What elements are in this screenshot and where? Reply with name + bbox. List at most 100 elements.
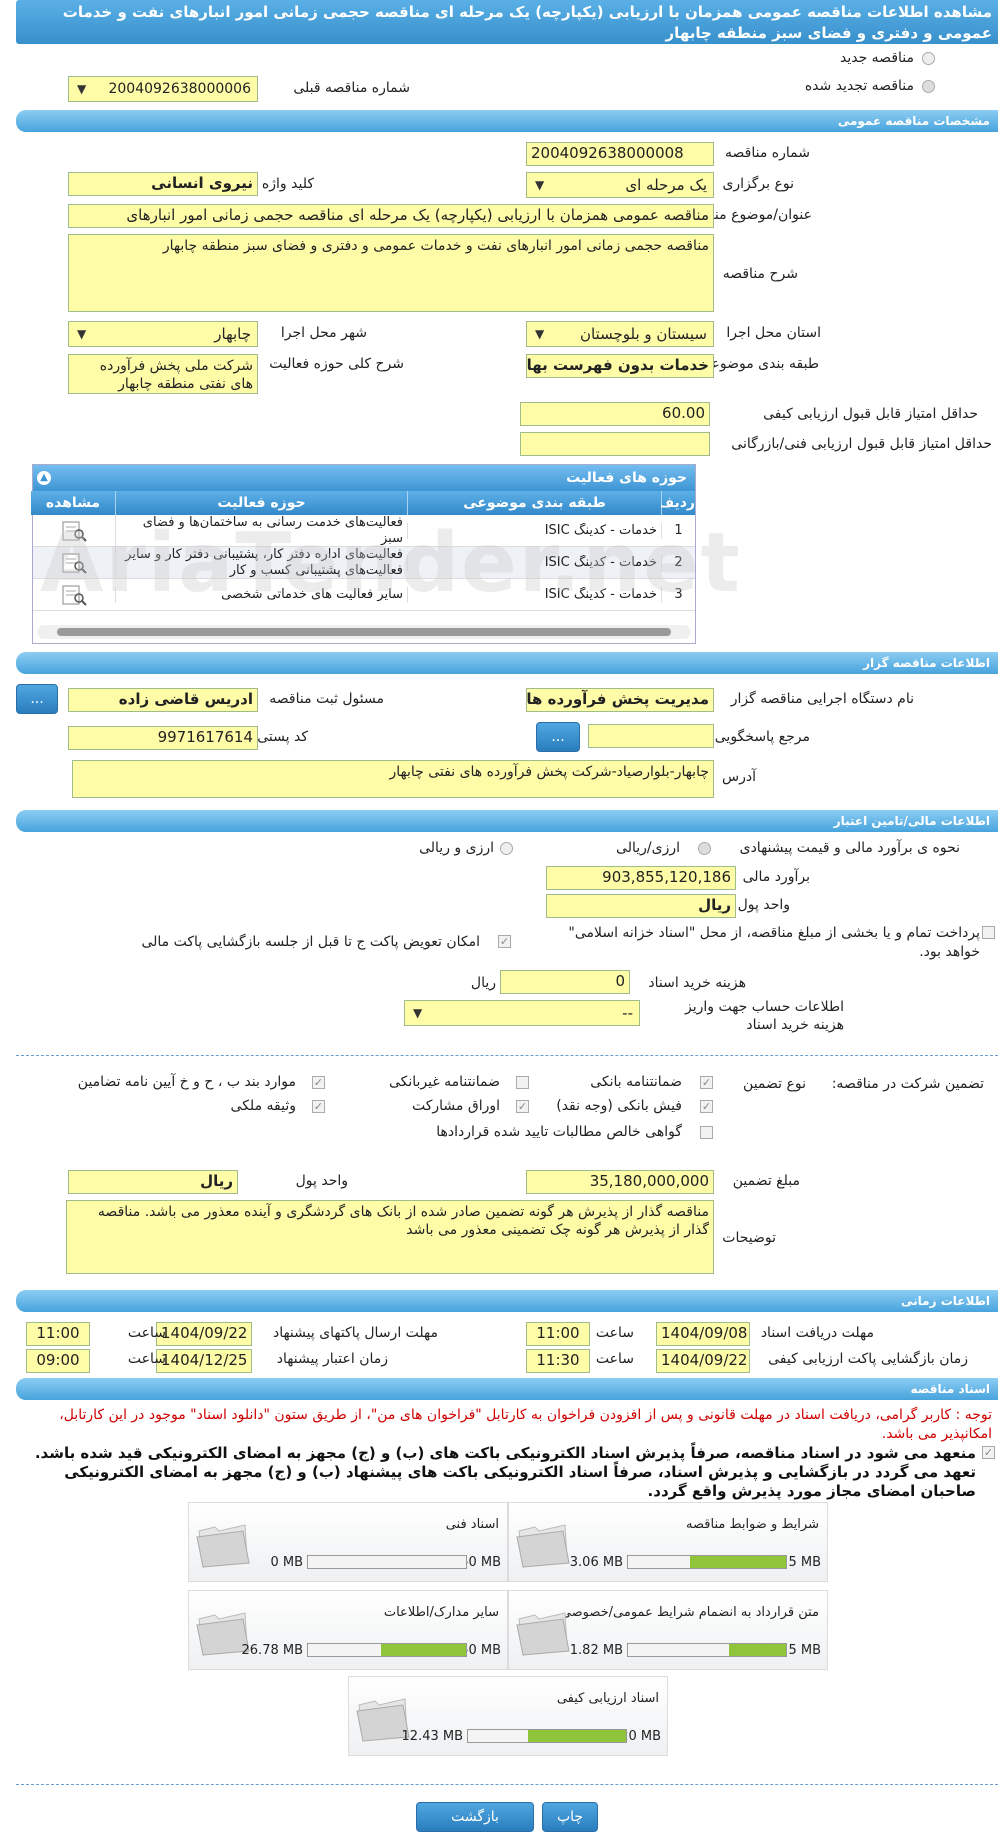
- submit-deadline-label: مهلت ارسال پاکتهای پیشنهاد: [272, 1325, 438, 1341]
- guarantee-notes-label: توضیحات: [722, 1230, 776, 1246]
- collapse-icon[interactable]: ▲: [37, 471, 51, 485]
- divider: [16, 1055, 998, 1056]
- section-timing: اطلاعات زمانی: [16, 1290, 998, 1312]
- opening-time-label: زمان بازگشایی پاکت ارزیابی کیفی: [768, 1351, 968, 1367]
- currency-and-rial-radio[interactable]: [500, 842, 513, 855]
- min-quality-label: حداقل امتیاز قابل قبول ارزیابی کیفی: [763, 406, 978, 422]
- document-card[interactable]: شرایط و ضوابط مناقصه 5 MB 3.06 MB: [508, 1502, 828, 1582]
- document-progress-fill: [528, 1730, 626, 1742]
- keyword-field: نیروی انسانی: [68, 172, 258, 196]
- receive-deadline-time-label: ساعت: [595, 1325, 634, 1341]
- document-max-size: 5 MB: [788, 1555, 821, 1570]
- opening-date: 1404/09/22: [656, 1349, 750, 1373]
- tender-number-field: 2004092638000008: [526, 142, 714, 166]
- document-progress-fill: [380, 1644, 466, 1656]
- items-bch-checkbox[interactable]: ✓: [312, 1076, 325, 1089]
- bonds-label: اوراق مشارکت: [411, 1098, 500, 1114]
- document-used-size: 12.43 MB: [401, 1729, 463, 1744]
- property-checkbox[interactable]: ✓: [312, 1100, 325, 1113]
- org-name-label: نام دستگاه اجرایی مناقصه گزار: [730, 691, 914, 707]
- treasury-text: پرداخت تمام و یا بخشی از مبلغ مناقصه، از…: [568, 925, 980, 960]
- doc-fee-field: 0: [500, 970, 630, 994]
- document-progress-bar: [467, 1729, 627, 1743]
- page-title: مشاهده اطلاعات مناقصه عمومی همزمان با ار…: [16, 0, 998, 44]
- document-progress-bar: [307, 1555, 467, 1569]
- validity-date: 1404/12/25: [156, 1349, 252, 1373]
- chevron-down-icon: ▼: [413, 1006, 423, 1020]
- prev-number-select[interactable]: ▼ 2004092638000006: [68, 76, 258, 102]
- document-name: اسناد ارزیابی کیفی: [556, 1691, 659, 1706]
- validity-time: 09:00: [26, 1349, 90, 1373]
- prev-number-label: شماره مناقصه قبلی: [293, 80, 410, 96]
- min-quality-field: 60.00: [520, 402, 710, 426]
- document-card[interactable]: متن قرارداد به انضمام شرایط عمومی/خصوصی …: [508, 1590, 828, 1670]
- receivables-checkbox[interactable]: [700, 1126, 713, 1139]
- section-general: مشخصات مناقصه عمومی: [16, 110, 998, 132]
- account-info-select[interactable]: ▼ --: [404, 1000, 640, 1026]
- renewed-tender-radio[interactable]: [922, 80, 935, 93]
- doc-fee-label: هزینه خرید اسناد: [648, 975, 746, 991]
- finance-currency-label: واحد پول: [737, 897, 790, 913]
- folder-icon: [516, 1612, 570, 1656]
- finance-currency-field: ریال: [546, 894, 736, 918]
- document-card[interactable]: اسناد فنی 50 MB 0 MB: [188, 1502, 508, 1582]
- document-used-size: 3.06 MB: [569, 1555, 623, 1570]
- scrollbar-thumb[interactable]: [57, 628, 671, 636]
- bank-guarantee-checkbox[interactable]: ✓: [700, 1076, 713, 1089]
- account-info-label: اطلاعات حساب جهت واریز هزینه خرید اسناد: [684, 999, 844, 1033]
- renewed-tender-label: مناقصه تجدید شده: [804, 78, 914, 94]
- activity-desc-field: شرکت ملی پخش فرآورده های نفتی منطقه چابه…: [68, 354, 258, 394]
- registrar-more-button[interactable]: ...: [16, 684, 58, 714]
- address-label: آدرس: [722, 769, 756, 785]
- city-select[interactable]: ▼ چابهار: [68, 321, 258, 347]
- document-progress-fill: [689, 1556, 786, 1568]
- holding-type-label: نوع برگزاری: [722, 176, 794, 192]
- document-card[interactable]: سایر مدارک/اطلاعات 50 MB 26.78 MB: [188, 1590, 508, 1670]
- holding-type-select[interactable]: ▼ یک مرحله ای: [526, 172, 714, 198]
- bank-receipt-checkbox[interactable]: ✓: [700, 1100, 713, 1113]
- document-used-size: 1.82 MB: [569, 1643, 623, 1658]
- col-view: مشاهده: [31, 491, 115, 515]
- doc-fee-unit: ریال: [470, 975, 496, 991]
- postal-code-field: 9971617614: [68, 726, 258, 750]
- documents-notice: توجه : کاربر گرامی، دریافت اسناد در مهلت…: [59, 1407, 992, 1442]
- reference-lookup-button[interactable]: ...: [536, 722, 580, 752]
- document-progress-bar: [307, 1643, 467, 1657]
- treasury-checkbox[interactable]: [982, 926, 995, 939]
- back-button[interactable]: بازگشت: [416, 1802, 534, 1832]
- opening-time: 11:30: [526, 1349, 590, 1373]
- watermark: AriaTender.net: [40, 516, 742, 611]
- financial-estimate-field: 903,855,120,186: [546, 866, 736, 890]
- document-name: شرایط و ضوابط مناقصه: [686, 1517, 819, 1532]
- province-select[interactable]: ▼ سیستان و بلوچستان: [526, 321, 714, 347]
- col-category: طبقه بندی موضوعی: [407, 491, 661, 515]
- divider: [16, 1784, 998, 1785]
- nonbank-guarantee-checkbox[interactable]: [516, 1076, 529, 1089]
- keyword-label: کلید واژه: [261, 176, 314, 192]
- commitment-checkbox[interactable]: ✓: [982, 1446, 995, 1459]
- print-button[interactable]: چاپ: [542, 1802, 598, 1832]
- document-card[interactable]: اسناد ارزیابی کیفی 20 MB 12.43 MB: [348, 1676, 668, 1756]
- reference-field: [588, 724, 714, 748]
- document-name: متن قرارداد به انضمام شرایط عمومی/خصوصی: [560, 1605, 819, 1620]
- account-info-value: --: [622, 1004, 633, 1022]
- bonds-checkbox[interactable]: ✓: [516, 1100, 529, 1113]
- min-tech-label: حداقل امتیاز قابل قبول ارزیابی فنی/بازرگ…: [731, 436, 992, 452]
- section-organizer: اطلاعات مناقصه گزار: [16, 652, 998, 674]
- document-max-size: 5 MB: [788, 1643, 821, 1658]
- swap-checkbox[interactable]: ✓: [498, 935, 511, 948]
- currency-rial-radio[interactable]: [698, 842, 711, 855]
- document-progress-bar: [627, 1643, 787, 1657]
- opening-time-hour-label: ساعت: [595, 1351, 634, 1367]
- address-field: چابهار-بلوارصیاد-شرکت پخش فرآورده های نف…: [72, 760, 714, 798]
- horizontal-scrollbar[interactable]: [37, 625, 691, 639]
- document-used-size: 0 MB: [270, 1555, 303, 1570]
- new-tender-radio[interactable]: [922, 52, 935, 65]
- guarantee-section-label: تضمین شرکت در مناقصه:: [831, 1076, 984, 1092]
- guarantee-currency-label: واحد پول: [295, 1173, 348, 1189]
- province-label: استان محل اجرا: [726, 325, 821, 341]
- chevron-down-icon: ▼: [535, 327, 545, 341]
- document-progress-bar: [627, 1555, 787, 1569]
- chevron-down-icon: ▼: [77, 82, 87, 96]
- col-field: حوزه فعالیت: [115, 491, 407, 515]
